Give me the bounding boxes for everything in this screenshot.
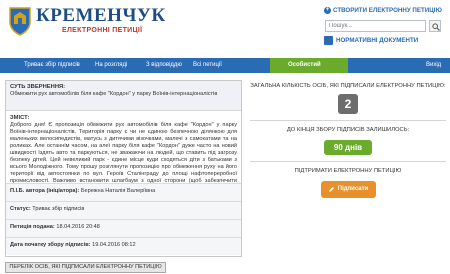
signers-list-button[interactable]: ПЕРЕЛІК ОСІБ, ЯКІ ПІДПИСАЛИ ЕЛЕКТРОННУ П… <box>5 262 166 273</box>
site-header: КРЕМЕНЧУК ЕЛЕКТРОННІ ПЕТИЦІЇ + СТВОРИТИ … <box>0 0 450 58</box>
nav-personal-cabinet[interactable]: Особистий кабінет <box>270 58 348 83</box>
nav-under-review[interactable]: На розгляді <box>95 58 127 73</box>
petition-content-label: ЗМІСТ: <box>10 115 30 121</box>
normative-documents-label: НОРМАТИВНІ ДОКУМЕНТИ <box>336 37 419 44</box>
sign-petition-button[interactable]: Підписати <box>320 181 376 198</box>
petition-sidebar: ЗАГАЛЬНА КІЛЬКІСТЬ ОСІБ, ЯКІ ПІДПИСАЛИ Е… <box>250 80 446 198</box>
search-button[interactable] <box>429 20 441 32</box>
start-date-value: 19.04.2016 08:12 <box>92 242 136 248</box>
divider <box>250 161 446 162</box>
search-icon <box>432 23 440 31</box>
start-date-label: Дата початку збору підписів: <box>10 242 91 248</box>
signature-count-badge: 2 <box>338 94 358 114</box>
nav-answered[interactable]: З відповіддю <box>146 58 182 73</box>
days-left-label: ДО КІНЦЯ ЗБОРУ ПІДПИСІВ ЗАЛИШИЛОСЬ: <box>286 127 410 133</box>
nav-all-petitions[interactable]: Всі петиції <box>193 58 222 73</box>
main-nav: Триває збір підписів На розгляді З відпо… <box>0 58 450 83</box>
petition-title-label: СУТЬ ЗВЕРНЕННЯ: <box>10 84 66 90</box>
submitted-date-row: Петиція подана: 18.04.2016 20:48 <box>6 219 241 237</box>
author-row: П.І.Б. автора (ініціатора): Бережна Ната… <box>6 183 241 201</box>
submitted-date-label: Петиція подана: <box>10 224 55 230</box>
nav-logout[interactable]: Вихід <box>426 58 441 73</box>
normative-documents-link[interactable]: НОРМАТИВНІ ДОКУМЕНТИ <box>324 36 418 45</box>
status-label: Статус: <box>10 206 31 212</box>
total-signatures-label: ЗАГАЛЬНА КІЛЬКІСТЬ ОСІБ, ЯКІ ПІДПИСАЛИ Е… <box>250 83 446 89</box>
petition-panel: СУТЬ ЗВЕРНЕННЯ: Обмежити рух автомобілів… <box>5 80 242 257</box>
create-petition-link[interactable]: + СТВОРИТИ ЕЛЕКТРОННУ ПЕТИЦІЮ <box>324 7 442 14</box>
petition-title-text: Обмежити рух автомобілів біля кафе "Корд… <box>10 91 218 97</box>
status-value: Триває збір підписів <box>32 206 85 212</box>
days-left-badge: 90 днів <box>324 140 372 155</box>
support-petition-label: ПІДТРИМАТИ ЕЛЕКТРОННУ ПЕТИЦІЮ <box>294 168 402 174</box>
site-logo-subtitle: ЕЛЕКТРОННІ ПЕТИЦІЇ <box>62 27 143 34</box>
document-icon <box>324 36 333 45</box>
site-logo-title[interactable]: КРЕМЕНЧУК <box>36 6 166 26</box>
plus-circle-icon: + <box>324 7 331 14</box>
petition-title-block: СУТЬ ЗВЕРНЕННЯ: Обмежити рух автомобілів… <box>6 81 241 111</box>
author-value: Бережна Наталія Валеріївна <box>80 188 156 194</box>
start-date-row: Дата початку збору підписів: 19.04.2016 … <box>6 237 241 255</box>
author-label: П.І.Б. автора (ініціатора): <box>10 188 80 194</box>
create-petition-label: СТВОРИТИ ЕЛЕКТРОННУ ПЕТИЦІЮ <box>333 7 442 14</box>
search-input[interactable] <box>325 20 426 32</box>
coat-of-arms-icon <box>9 7 31 36</box>
divider <box>250 120 446 121</box>
sign-petition-label: Підписати <box>337 186 369 192</box>
pen-icon <box>328 187 334 192</box>
submitted-date-value: 18.04.2016 20:48 <box>56 224 100 230</box>
nav-collecting[interactable]: Триває збір підписів <box>24 58 80 73</box>
status-row: Статус: Триває збір підписів <box>6 201 241 219</box>
